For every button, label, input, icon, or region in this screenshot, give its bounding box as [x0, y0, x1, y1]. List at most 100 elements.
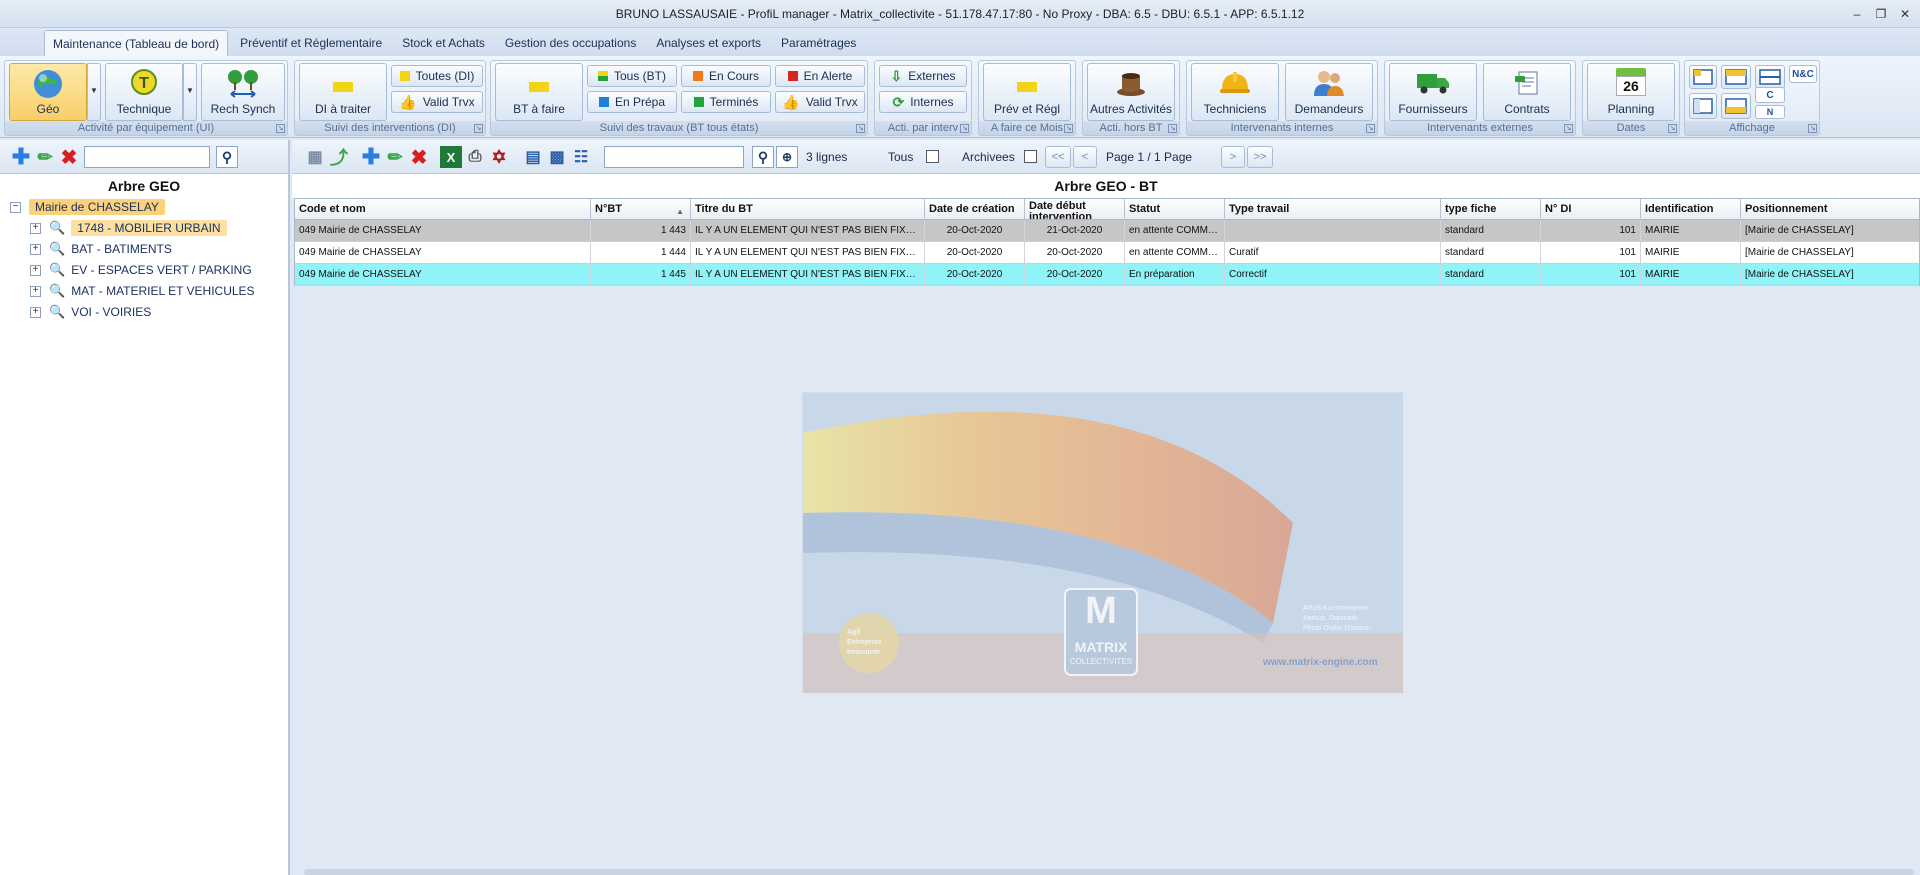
column-header[interactable]: Code et nom [295, 199, 591, 219]
group-launcher-icon[interactable]: ↘ [1808, 124, 1817, 133]
tab-analyses[interactable]: Analyses et exports [648, 30, 769, 56]
nc-button[interactable]: N&C [1789, 65, 1817, 83]
restore-icon[interactable]: ❐ [1874, 7, 1888, 21]
tree-node-materiel[interactable]: + 🔍 MAT - MATERIEL ET VEHICULES [30, 282, 255, 300]
group-launcher-icon[interactable]: ↘ [856, 124, 865, 133]
tree-root[interactable]: − Mairie de CHASSELAY [10, 198, 165, 216]
tab-occupations[interactable]: Gestion des occupations [497, 30, 644, 56]
toutes-di-button[interactable]: Toutes (DI) [391, 65, 483, 87]
zoom-search-icon[interactable]: ⊕ [776, 146, 798, 168]
left-search-input[interactable] [84, 146, 210, 168]
internes-button[interactable]: ⟳ Internes [879, 91, 967, 113]
en-alerte-button[interactable]: En Alerte [775, 65, 865, 87]
column-header[interactable]: N° DI [1541, 199, 1641, 219]
en-cours-button[interactable]: En Cours [681, 65, 771, 87]
expand-icon[interactable]: + [30, 243, 41, 255]
column-view-icon[interactable]: ☷ [570, 146, 592, 168]
tree-node-mobilier[interactable]: + 🔍 1748 - MOBILIER URBAIN [30, 219, 227, 237]
column-header[interactable]: Date de création [925, 199, 1025, 219]
column-header[interactable]: Titre du BT [691, 199, 925, 219]
techniciens-button[interactable]: Techniciens [1191, 63, 1279, 121]
edit-pencil-icon[interactable]: ✏ [384, 146, 406, 168]
expand-icon[interactable]: + [30, 264, 41, 276]
column-header[interactable]: Date début intervention [1025, 199, 1125, 219]
column-header[interactable]: Positionnement [1741, 199, 1919, 219]
add-icon[interactable]: ✚ [10, 144, 32, 169]
grid-search-input[interactable] [604, 146, 744, 168]
edit-pencil-icon[interactable]: ✏ [34, 146, 56, 168]
delete-icon[interactable]: ✖ [58, 146, 80, 169]
autres-activites-button[interactable]: Autres Activités [1087, 63, 1175, 121]
fournisseurs-button[interactable]: Fournisseurs [1389, 63, 1477, 121]
tile-view-icon[interactable]: ▩ [546, 146, 568, 168]
group-launcher-icon[interactable]: ↘ [1366, 124, 1375, 133]
tab-preventif[interactable]: Préventif et Réglementaire [232, 30, 390, 56]
column-header[interactable]: Type travail [1225, 199, 1441, 219]
group-launcher-icon[interactable]: ↘ [474, 124, 483, 133]
minimize-icon[interactable]: – [1850, 7, 1864, 21]
layout-left-button[interactable] [1689, 93, 1717, 119]
expand-icon[interactable]: + [30, 306, 41, 318]
layout-left-top-button[interactable] [1689, 65, 1717, 89]
export-arrow-icon[interactable]: ⤴ [328, 146, 350, 168]
prev-regl-button[interactable]: Prév et Régl [983, 63, 1071, 121]
settings-cross-icon[interactable]: ✡ [488, 146, 510, 168]
externes-button[interactable]: ⇩ Externes [879, 65, 967, 87]
search-icon[interactable]: ⚲ [752, 146, 774, 168]
grid-view-icon[interactable]: ▦ [304, 146, 326, 168]
group-launcher-icon[interactable]: ↘ [1564, 124, 1573, 133]
table-row[interactable]: 049 Mairie de CHASSELAY 1 444 IL Y A UN … [294, 242, 1920, 264]
termines-button[interactable]: Terminés [681, 91, 771, 113]
geo-button[interactable]: Géo [9, 63, 87, 121]
rech-synch-button[interactable]: Rech Synch [201, 63, 285, 121]
expand-icon[interactable]: + [30, 222, 41, 234]
tree-node-voiries[interactable]: + 🔍 VOI - VOIRIES [30, 303, 151, 321]
close-icon[interactable]: ✕ [1898, 7, 1912, 21]
technique-dropdown-arrow[interactable]: ▼ [183, 63, 197, 121]
contrats-button[interactable]: Contrats [1483, 63, 1571, 121]
technique-button[interactable]: T Technique [105, 63, 183, 121]
expand-icon[interactable]: + [30, 285, 41, 297]
layout-split-button[interactable] [1755, 65, 1785, 89]
valid-trvx-bt-button[interactable]: 👍 Valid Trvx [775, 91, 865, 113]
next-page-button[interactable]: > [1221, 146, 1245, 168]
tab-maintenance[interactable]: Maintenance (Tableau de bord) [44, 30, 229, 56]
delete-icon[interactable]: ✖ [408, 146, 430, 169]
table-row[interactable]: 049 Mairie de CHASSELAY 1 445 IL Y A UN … [294, 264, 1920, 286]
excel-icon[interactable]: X [440, 146, 462, 168]
tous-bt-button[interactable]: Tous (BT) [587, 65, 677, 87]
bt-a-faire-button[interactable]: BT à faire [495, 63, 583, 121]
valid-trvx-di-button[interactable]: 👍 Valid Trvx [391, 91, 483, 113]
c-button[interactable]: C [1755, 87, 1785, 103]
group-launcher-icon[interactable]: ↘ [1064, 124, 1073, 133]
group-launcher-icon[interactable]: ↘ [960, 124, 969, 133]
tab-stock[interactable]: Stock et Achats [394, 30, 493, 56]
column-header-sorted[interactable]: N°BT ▲ [591, 199, 691, 219]
n-button[interactable]: N [1755, 105, 1785, 119]
list-view-icon[interactable]: ▤ [522, 146, 544, 168]
demandeurs-button[interactable]: Demandeurs [1285, 63, 1373, 121]
en-prepa-button[interactable]: En Prépa [587, 91, 677, 113]
planning-button[interactable]: 26 Planning [1587, 63, 1675, 121]
first-page-button[interactable]: << [1045, 146, 1071, 168]
geo-dropdown-arrow[interactable]: ▼ [87, 63, 101, 121]
tab-parametrages[interactable]: Paramétrages [773, 30, 864, 56]
layout-top-button[interactable] [1721, 65, 1751, 89]
search-icon[interactable]: ⚲ [216, 146, 238, 168]
di-a-traiter-button[interactable]: DI à traiter [299, 63, 387, 121]
tree-node-batiments[interactable]: + 🔍 BAT - BATIMENTS [30, 240, 172, 258]
prev-page-button[interactable]: < [1073, 146, 1097, 168]
layout-bottom-button[interactable] [1721, 93, 1751, 119]
column-header[interactable]: Identification [1641, 199, 1741, 219]
add-icon[interactable]: ✚ [360, 144, 382, 169]
group-launcher-icon[interactable]: ↘ [1168, 124, 1177, 133]
table-row[interactable]: 049 Mairie de CHASSELAY 1 443 IL Y A UN … [294, 220, 1920, 242]
column-header[interactable]: Statut [1125, 199, 1225, 219]
column-header[interactable]: type fiche [1441, 199, 1541, 219]
collapse-icon[interactable]: − [10, 201, 21, 213]
archivees-checkbox[interactable] [1024, 150, 1037, 163]
horizontal-scrollbar[interactable] [304, 869, 1914, 875]
tous-checkbox[interactable] [926, 150, 939, 163]
tree-node-espaces-vert[interactable]: + 🔍 EV - ESPACES VERT / PARKING [30, 261, 252, 279]
last-page-button[interactable]: >> [1247, 146, 1273, 168]
